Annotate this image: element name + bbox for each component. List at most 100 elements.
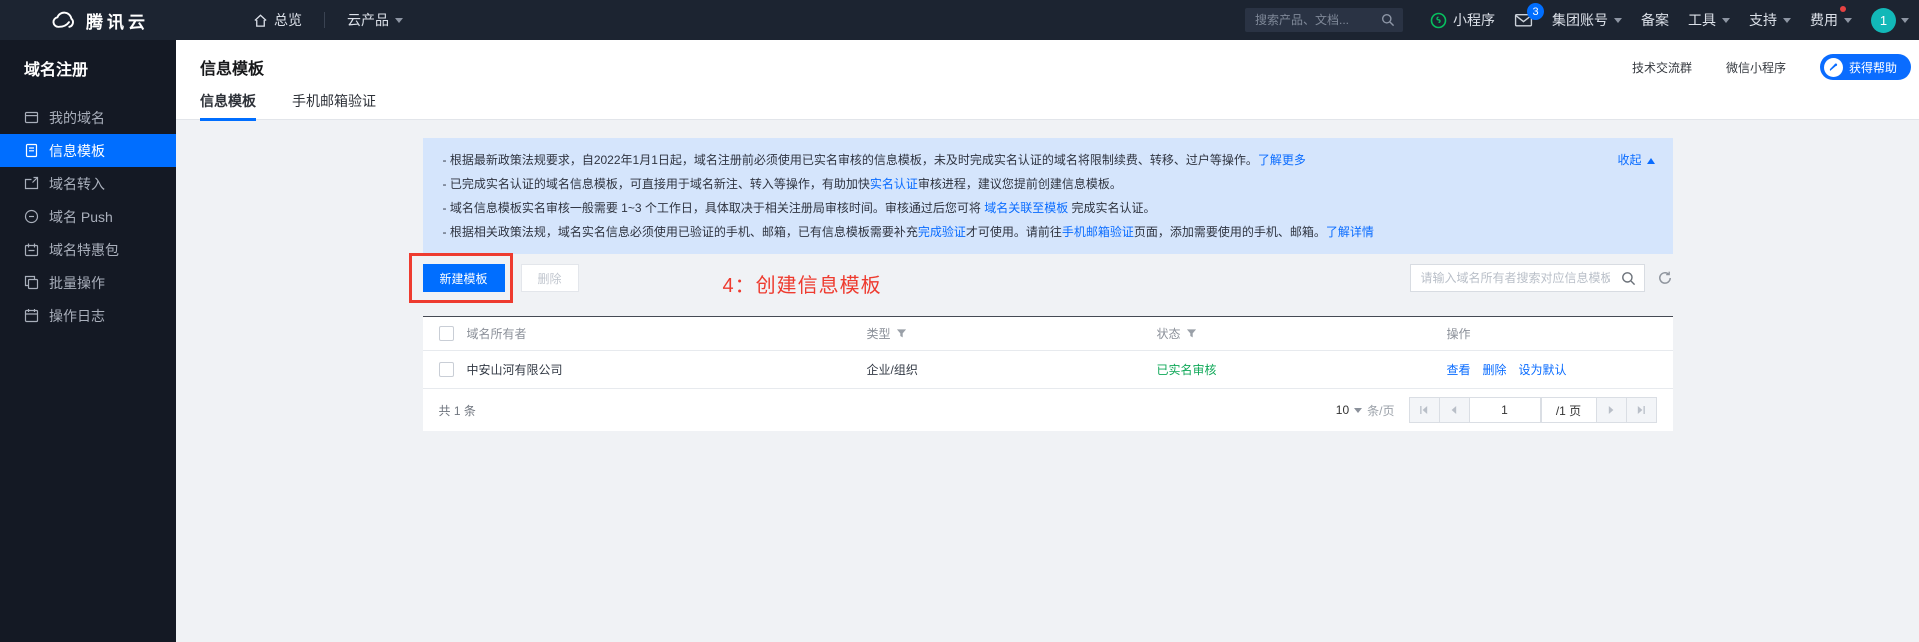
current-page-input[interactable] bbox=[1469, 397, 1541, 423]
select-all-checkbox[interactable] bbox=[439, 326, 454, 341]
template-search-box bbox=[1410, 264, 1645, 292]
delete-action-link[interactable]: 删除 bbox=[1483, 361, 1507, 378]
refresh-icon[interactable] bbox=[1657, 270, 1673, 286]
get-help-label: 获得帮助 bbox=[1849, 59, 1897, 76]
header-links: 技术交流群 微信小程序 获得帮助 bbox=[1632, 54, 1911, 80]
sidebar-title: 域名注册 bbox=[0, 40, 176, 80]
collapse-notice-link[interactable]: 收起 bbox=[1617, 148, 1654, 172]
notice-text: 才可使用。请前往 bbox=[966, 225, 1062, 239]
chevron-down-icon bbox=[1901, 18, 1909, 27]
new-template-button[interactable]: 新建模板 bbox=[423, 264, 505, 292]
page-size-value: 10 bbox=[1336, 403, 1349, 417]
notice-line: - 根据最新政策法规要求，自2022年1月1日起，域名注册前必须使用已实名审核的… bbox=[443, 148, 1653, 172]
discount-package-icon bbox=[24, 242, 39, 257]
page-title: 信息模板 bbox=[200, 55, 264, 79]
search-icon[interactable] bbox=[1381, 13, 1395, 27]
push-icon bbox=[24, 209, 39, 224]
nav-icp[interactable]: 备案 bbox=[1641, 10, 1669, 30]
total-pages-label: /1 页 bbox=[1541, 397, 1597, 423]
sidebar-item-domain-discount-package[interactable]: 域名特惠包 bbox=[0, 233, 176, 266]
template-icon bbox=[24, 143, 39, 158]
main-area: 信息模板 技术交流群 微信小程序 获得帮助 信息模板 手机 bbox=[176, 40, 1919, 642]
real-name-verify-link[interactable]: 实名认证 bbox=[870, 177, 918, 191]
prev-page-button[interactable] bbox=[1439, 397, 1470, 423]
table-row: 中安山河有限公司 企业/组织 已实名审核 查看 删除 设为默认 bbox=[423, 351, 1673, 389]
sidebar-item-label: 操作日志 bbox=[49, 306, 105, 326]
notice-line: - 根据相关政策法规，域名实名信息必须使用已验证的手机、邮箱，已有信息模板需要补… bbox=[443, 220, 1653, 244]
nav-products[interactable]: 云产品 bbox=[347, 10, 403, 30]
delete-button[interactable]: 删除 bbox=[521, 264, 579, 292]
filter-funnel-icon[interactable] bbox=[1186, 328, 1197, 339]
get-help-button[interactable]: 获得帮助 bbox=[1820, 54, 1911, 80]
tab-info-template[interactable]: 信息模板 bbox=[200, 91, 256, 121]
sidebar-item-label: 域名转入 bbox=[49, 174, 105, 194]
nav-messages[interactable]: 3 bbox=[1514, 12, 1533, 28]
nav-billing[interactable]: 费用 bbox=[1810, 10, 1852, 30]
nav-support[interactable]: 支持 bbox=[1749, 10, 1791, 30]
next-page-button[interactable] bbox=[1596, 397, 1627, 423]
filter-funnel-icon[interactable] bbox=[896, 328, 907, 339]
search-icon[interactable] bbox=[1614, 271, 1644, 286]
notice-text: - 域名信息模板实名审核一般需要 1~3 个工作日，具体取决于相关注册局审核时间… bbox=[443, 201, 985, 215]
notification-dot bbox=[1840, 6, 1846, 12]
nav-miniprogram[interactable]: 小程序 bbox=[1430, 10, 1495, 30]
notice-banner: - 根据最新政策法规要求，自2022年1月1日起，域名注册前必须使用已实名审核的… bbox=[423, 138, 1673, 254]
transfer-in-icon bbox=[24, 176, 39, 191]
complete-verification-link[interactable]: 完成验证 bbox=[918, 225, 966, 239]
learn-more-link[interactable]: 了解更多 bbox=[1258, 153, 1306, 167]
nav-overview[interactable]: 总览 bbox=[253, 10, 302, 30]
table-header-row: 域名所有者 类型 bbox=[423, 317, 1673, 351]
nav-support-label: 支持 bbox=[1749, 10, 1777, 30]
nav-search-input[interactable] bbox=[1255, 13, 1381, 27]
notice-text: 审核进程，建议您提前创建信息模板。 bbox=[918, 177, 1122, 191]
sidebar-item-batch-operations[interactable]: 批量操作 bbox=[0, 266, 176, 299]
browser-icon bbox=[24, 110, 39, 125]
nav-search[interactable] bbox=[1245, 8, 1403, 32]
sidebar-item-info-template[interactable]: 信息模板 bbox=[0, 134, 176, 167]
log-icon bbox=[24, 308, 39, 323]
sidebar-item-my-domains[interactable]: 我的域名 bbox=[0, 101, 176, 134]
top-navbar: 腾讯云 总览 云产品 小程序 bbox=[0, 0, 1919, 40]
tutorial-step-annotation: 4：创建信息模板 bbox=[723, 269, 882, 298]
sidebar-nav: 我的域名 信息模板 域名转入 bbox=[0, 101, 176, 332]
brand-name: 腾讯云 bbox=[86, 8, 149, 33]
first-page-button[interactable] bbox=[1409, 397, 1440, 423]
template-table: 域名所有者 类型 bbox=[423, 316, 1673, 431]
tabs: 信息模板 手机邮箱验证 bbox=[176, 91, 1919, 121]
learn-details-link[interactable]: 了解详情 bbox=[1326, 225, 1374, 239]
sidebar-item-label: 我的域名 bbox=[49, 108, 105, 128]
page-size-selector[interactable]: 10 条/页 bbox=[1336, 402, 1395, 419]
sidebar-item-operation-log[interactable]: 操作日志 bbox=[0, 299, 176, 332]
set-default-action-link[interactable]: 设为默认 bbox=[1519, 361, 1567, 378]
chevron-down-icon bbox=[1844, 18, 1852, 27]
sidebar-item-label: 域名 Push bbox=[49, 207, 113, 227]
nav-products-label: 云产品 bbox=[347, 10, 389, 30]
last-page-button[interactable] bbox=[1626, 397, 1657, 423]
tech-group-link[interactable]: 技术交流群 bbox=[1632, 59, 1692, 76]
notice-line: - 域名信息模板实名审核一般需要 1~3 个工作日，具体取决于相关注册局审核时间… bbox=[443, 196, 1653, 220]
nav-group-account[interactable]: 集团账号 bbox=[1552, 10, 1622, 30]
nav-miniprogram-label: 小程序 bbox=[1453, 10, 1495, 30]
notice-text: 页面，添加需要使用的手机、邮箱。 bbox=[1134, 225, 1326, 239]
tab-phone-email-verify[interactable]: 手机邮箱验证 bbox=[292, 91, 376, 121]
sidebar-item-domain-push[interactable]: 域名 Push bbox=[0, 200, 176, 233]
phone-email-verify-link[interactable]: 手机邮箱验证 bbox=[1062, 225, 1134, 239]
row-checkbox[interactable] bbox=[439, 362, 454, 377]
nav-tools[interactable]: 工具 bbox=[1688, 10, 1730, 30]
notice-text: - 根据相关政策法规，域名实名信息必须使用已验证的手机、邮箱，已有信息模板需要补… bbox=[443, 225, 918, 239]
brand-logo[interactable]: 腾讯云 bbox=[50, 8, 149, 33]
column-header-status: 状态 bbox=[1157, 325, 1181, 342]
link-domain-to-template-link[interactable]: 域名关联至模板 bbox=[984, 201, 1068, 215]
pager: /1 页 bbox=[1409, 397, 1657, 423]
batch-icon bbox=[24, 275, 39, 290]
topbar-right: 小程序 3 集团账号 备案 工具 支持 bbox=[1245, 8, 1909, 33]
view-action-link[interactable]: 查看 bbox=[1447, 361, 1471, 378]
nav-overview-label: 总览 bbox=[274, 10, 302, 30]
account-menu[interactable]: 1 bbox=[1871, 8, 1909, 33]
sidebar-item-domain-transfer-in[interactable]: 域名转入 bbox=[0, 167, 176, 200]
message-count-badge: 3 bbox=[1527, 3, 1544, 20]
template-search-input[interactable] bbox=[1411, 271, 1614, 285]
notice-text: - 根据最新政策法规要求，自2022年1月1日起，域名注册前必须使用已实名审核的… bbox=[443, 153, 1258, 167]
wechat-miniprogram-link[interactable]: 微信小程序 bbox=[1726, 59, 1786, 76]
toolbar: 新建模板 删除 4：创建信息模板 bbox=[423, 264, 1673, 304]
